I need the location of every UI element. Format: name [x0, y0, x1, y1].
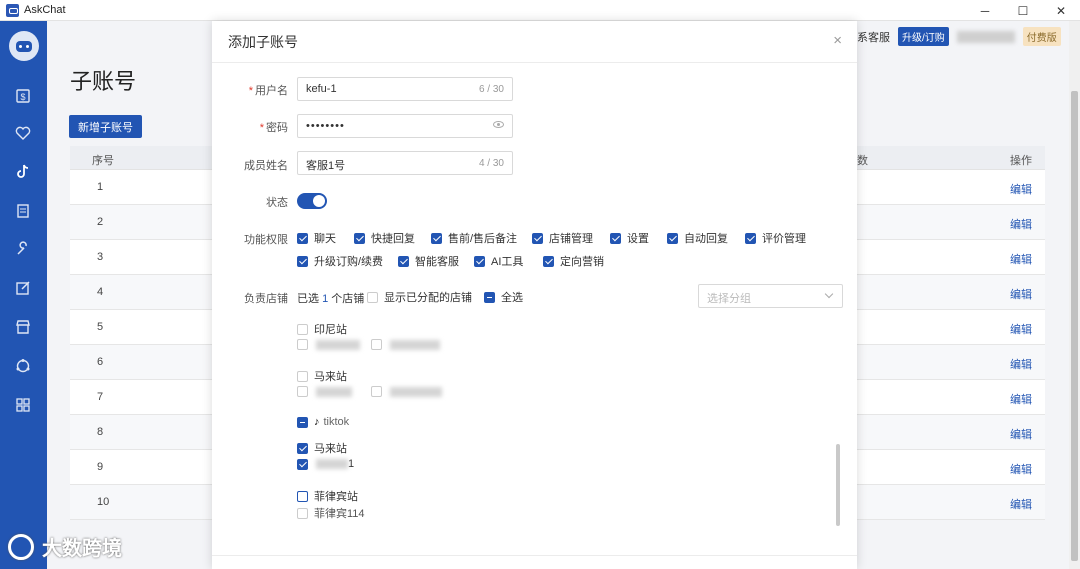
divider	[212, 62, 857, 63]
edit-link[interactable]: 编辑	[1010, 216, 1032, 232]
logo-icon[interactable]	[9, 31, 39, 61]
status-toggle[interactable]	[297, 193, 327, 209]
perm-store-mgmt-checkbox[interactable]: 店铺管理	[532, 230, 593, 246]
page-title: 子账号	[70, 69, 137, 94]
edit-link[interactable]: 编辑	[1010, 251, 1032, 267]
group-indonesia-checkbox[interactable]: 印尼站	[297, 321, 347, 337]
perm-upgrade-checkbox[interactable]: 升级订购/续费	[297, 253, 383, 269]
edit-link[interactable]: 编辑	[1010, 461, 1032, 477]
member-name-input[interactable]: 客服1号 4 / 30	[297, 151, 513, 175]
app-logo-icon	[6, 3, 19, 17]
tiktok-icon[interactable]	[13, 161, 33, 181]
grid-icon[interactable]	[13, 395, 33, 415]
account-name-blurred	[956, 30, 1015, 43]
window-title: AskChat	[24, 4, 66, 16]
status-label: 状态	[266, 197, 288, 209]
sidebar: $	[0, 21, 47, 569]
store-list-scrollbar[interactable]	[836, 444, 840, 526]
group-philippines-checkbox[interactable]: 菲律宾站	[297, 488, 358, 504]
store-checkbox[interactable]	[297, 339, 360, 350]
wrench-icon[interactable]	[13, 239, 33, 259]
username-char-count: 6 / 30	[478, 84, 504, 95]
close-icon[interactable]: ×	[833, 32, 842, 49]
username-input[interactable]: kefu-1 6 / 30	[297, 77, 513, 101]
tiktok-icon: ♪	[314, 416, 320, 428]
minimize-button[interactable]: ─	[966, 0, 1004, 21]
upgrade-button[interactable]: 升级/订购	[898, 27, 949, 46]
edit-link[interactable]: 编辑	[1010, 356, 1032, 372]
username-label: * 用户名	[248, 85, 288, 97]
column-index: 序号	[92, 155, 114, 167]
perm-marketing-checkbox[interactable]: 定向营销	[543, 253, 604, 269]
new-subaccount-button[interactable]: 新增子账号	[69, 115, 142, 138]
show-assigned-checkbox[interactable]: 显示已分配的店铺	[367, 289, 472, 305]
edit-link[interactable]: 编辑	[1010, 321, 1032, 337]
perm-quick-reply-checkbox[interactable]: 快捷回复	[354, 230, 415, 246]
perm-chat-checkbox[interactable]: 聊天	[297, 230, 336, 246]
member-name-char-count: 4 / 30	[478, 158, 504, 169]
password-input[interactable]: ••••••••	[297, 114, 513, 138]
watermark: 大数跨境	[8, 532, 122, 561]
perm-auto-reply-checkbox[interactable]: 自动回复	[667, 230, 728, 246]
select-all-checkbox[interactable]: 全选	[484, 289, 523, 305]
add-subaccount-dialog: 添加子账号 × * 用户名 kefu-1 6 / 30 * 密码 •••••••• …	[212, 21, 857, 569]
dialog-title: 添加子账号	[228, 34, 298, 50]
group-tiktok-checkbox[interactable]: ♪ tiktok	[297, 416, 349, 428]
watermark-logo-icon	[8, 533, 34, 560]
store-checkbox[interactable]	[371, 339, 440, 350]
edit-icon[interactable]	[13, 278, 33, 298]
group-tiktok-malaysia-checkbox[interactable]: 马来站	[297, 440, 347, 456]
store-checkbox-selected[interactable]: 1	[297, 458, 354, 470]
perm-smart-service-checkbox[interactable]: 智能客服	[398, 253, 459, 269]
perm-reviews-checkbox[interactable]: 评价管理	[745, 230, 806, 246]
eye-icon[interactable]	[493, 121, 504, 128]
edit-link[interactable]: 编辑	[1010, 496, 1032, 512]
cycle-icon[interactable]	[13, 356, 33, 376]
group-malaysia-checkbox[interactable]: 马来站	[297, 368, 347, 384]
edit-link[interactable]: 编辑	[1010, 181, 1032, 197]
page-scrollbar[interactable]	[1069, 21, 1080, 569]
chevron-down-icon	[824, 289, 834, 299]
permissions-label: 功能权限	[244, 234, 288, 246]
heart-icon[interactable]	[13, 123, 33, 143]
member-name-label: 成员姓名	[244, 160, 288, 172]
column-actions: 操作	[1010, 155, 1032, 167]
perm-ai-tools-checkbox[interactable]: AI工具	[474, 253, 523, 269]
document-icon[interactable]	[13, 201, 33, 221]
topbar-right: 系客服 升级/订购 付费版	[857, 27, 1061, 46]
edit-link[interactable]: 编辑	[1010, 426, 1032, 442]
column-count: 数	[857, 155, 868, 167]
window-titlebar: AskChat ─ ☐ ✕	[0, 0, 1080, 21]
stores-label: 负责店铺	[244, 293, 288, 305]
wallet-icon[interactable]: $	[13, 86, 33, 106]
edit-link[interactable]: 编辑	[1010, 286, 1032, 302]
dialog-footer-divider	[212, 555, 857, 556]
close-window-button[interactable]: ✕	[1042, 0, 1080, 21]
password-label: * 密码	[259, 122, 288, 134]
selected-count-text: 已选 1 个店铺	[297, 293, 365, 305]
perm-settings-checkbox[interactable]: 设置	[610, 230, 649, 246]
service-link[interactable]: 系客服	[857, 29, 890, 45]
svg-text:$: $	[20, 92, 25, 102]
store-icon[interactable]	[13, 317, 33, 337]
group-select[interactable]: 选择分组	[698, 284, 843, 308]
plan-badge: 付费版	[1022, 27, 1061, 46]
store-checkbox[interactable]	[371, 386, 442, 397]
maximize-button[interactable]: ☐	[1004, 0, 1042, 21]
store-philippines-114-checkbox[interactable]: 菲律宾114	[297, 505, 365, 521]
perm-notes-checkbox[interactable]: 售前/售后备注	[431, 230, 517, 246]
edit-link[interactable]: 编辑	[1010, 391, 1032, 407]
store-checkbox[interactable]	[297, 386, 352, 397]
